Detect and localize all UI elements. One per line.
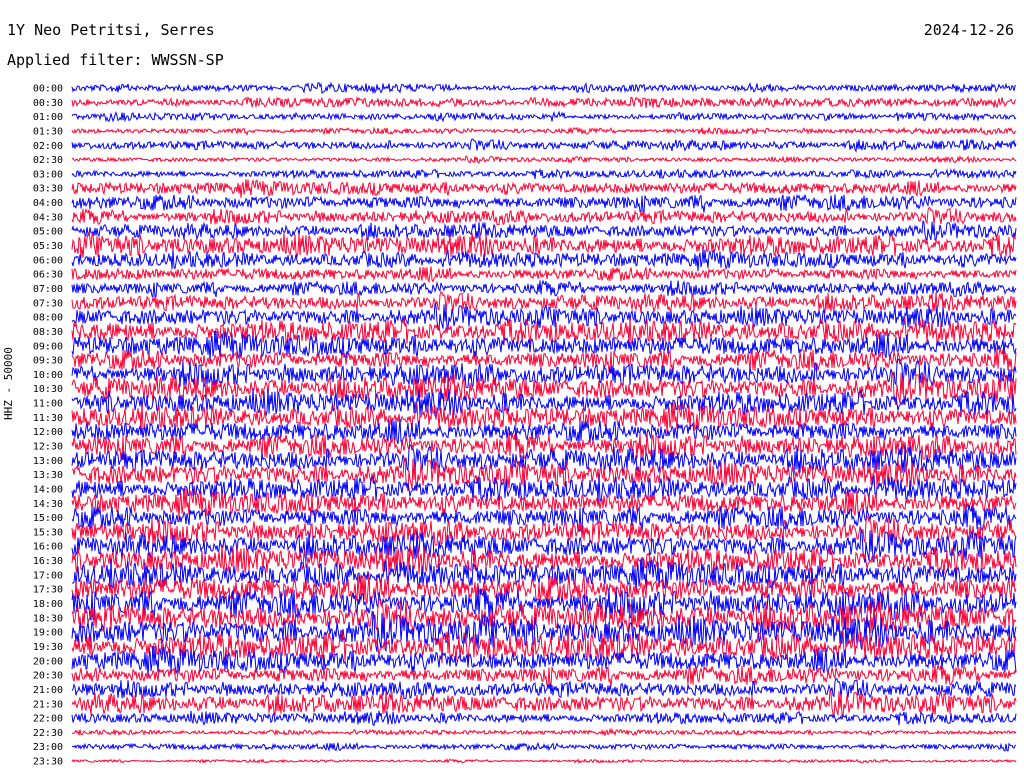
time-tick-label: 22:30 bbox=[33, 728, 63, 739]
time-tick-label: 01:30 bbox=[33, 126, 63, 137]
time-tick-label: 13:30 bbox=[33, 470, 63, 481]
time-tick-label: 07:30 bbox=[33, 298, 63, 309]
time-tick-label: 16:00 bbox=[33, 542, 63, 553]
time-tick-label: 19:30 bbox=[33, 642, 63, 653]
time-tick-label: 02:00 bbox=[33, 141, 63, 152]
time-tick-label: 18:30 bbox=[33, 613, 63, 624]
time-tick-label: 00:30 bbox=[33, 98, 63, 109]
time-tick-label: 09:30 bbox=[33, 356, 63, 367]
time-tick-label: 10:30 bbox=[33, 384, 63, 395]
time-tick-label: 20:00 bbox=[33, 656, 63, 667]
time-tick-label: 02:30 bbox=[33, 155, 63, 166]
tick-label-group: 00:00 00:30 01:00 01:30 02:00 02:30 03:00 03:30… bbox=[33, 84, 63, 768]
time-tick-label: 15:30 bbox=[33, 527, 63, 538]
time-tick-label: 21:00 bbox=[33, 685, 63, 696]
time-tick-label: 23:00 bbox=[33, 742, 63, 753]
seismic-trace bbox=[71, 155, 1017, 164]
time-tick-label: 17:30 bbox=[33, 585, 63, 596]
seismic-trace bbox=[71, 741, 1017, 753]
time-tick-label: 10:00 bbox=[33, 370, 63, 381]
time-tick-label: 23:30 bbox=[33, 757, 63, 768]
seismic-trace bbox=[71, 758, 1017, 764]
time-tick-label: 18:00 bbox=[33, 599, 63, 610]
time-tick-label: 07:00 bbox=[33, 284, 63, 295]
seismic-trace bbox=[71, 279, 1017, 298]
time-tick-label: 06:30 bbox=[33, 270, 63, 281]
time-tick-label: 04:00 bbox=[33, 198, 63, 209]
seismic-trace bbox=[71, 126, 1017, 136]
time-tick-label: 03:00 bbox=[33, 169, 63, 180]
time-tick-label: 11:00 bbox=[33, 399, 63, 410]
seismic-trace bbox=[71, 138, 1017, 153]
time-tick-label: 17:00 bbox=[33, 570, 63, 581]
time-tick-label: 00:00 bbox=[33, 84, 63, 95]
time-tick-label: 22:00 bbox=[33, 714, 63, 725]
time-tick-label: 20:30 bbox=[33, 671, 63, 682]
seismic-trace bbox=[71, 689, 1017, 718]
seismic-trace bbox=[71, 710, 1017, 727]
seismic-trace bbox=[71, 207, 1017, 226]
time-tick-label: 05:00 bbox=[33, 227, 63, 238]
time-tick-label: 15:00 bbox=[33, 513, 63, 524]
seismic-trace bbox=[71, 678, 1017, 700]
seismic-trace bbox=[71, 81, 1017, 95]
seismic-trace bbox=[71, 727, 1017, 737]
time-tick-label: 16:30 bbox=[33, 556, 63, 567]
time-tick-label: 19:00 bbox=[33, 628, 63, 639]
time-tick-label: 14:00 bbox=[33, 484, 63, 495]
time-tick-label: 21:30 bbox=[33, 699, 63, 710]
time-tick-label: 05:30 bbox=[33, 241, 63, 252]
seismic-trace bbox=[71, 167, 1017, 180]
time-tick-label: 08:30 bbox=[33, 327, 63, 338]
time-tick-label: 12:30 bbox=[33, 442, 63, 453]
time-tick-label: 09:00 bbox=[33, 341, 63, 352]
time-tick-label: 06:00 bbox=[33, 255, 63, 266]
seismic-trace bbox=[71, 110, 1017, 123]
helicorder-plot: 00:00 00:30 01:00 01:30 02:00 02:30 03:00 03:30… bbox=[33, 81, 1017, 768]
seismic-trace bbox=[71, 95, 1017, 109]
trace-group bbox=[71, 81, 1017, 764]
seismic-trace bbox=[71, 178, 1017, 199]
time-tick-label: 04:30 bbox=[33, 212, 63, 223]
time-tick-label: 08:00 bbox=[33, 313, 63, 324]
seismic-trace bbox=[71, 664, 1017, 688]
time-tick-label: 03:30 bbox=[33, 184, 63, 195]
time-tick-label: 01:00 bbox=[33, 112, 63, 123]
time-tick-label: 12:00 bbox=[33, 427, 63, 438]
seismic-trace bbox=[71, 249, 1017, 272]
time-tick-label: 14:30 bbox=[33, 499, 63, 510]
seismic-trace bbox=[71, 266, 1017, 284]
time-tick-label: 11:30 bbox=[33, 413, 63, 424]
time-tick-label: 13:00 bbox=[33, 456, 63, 467]
